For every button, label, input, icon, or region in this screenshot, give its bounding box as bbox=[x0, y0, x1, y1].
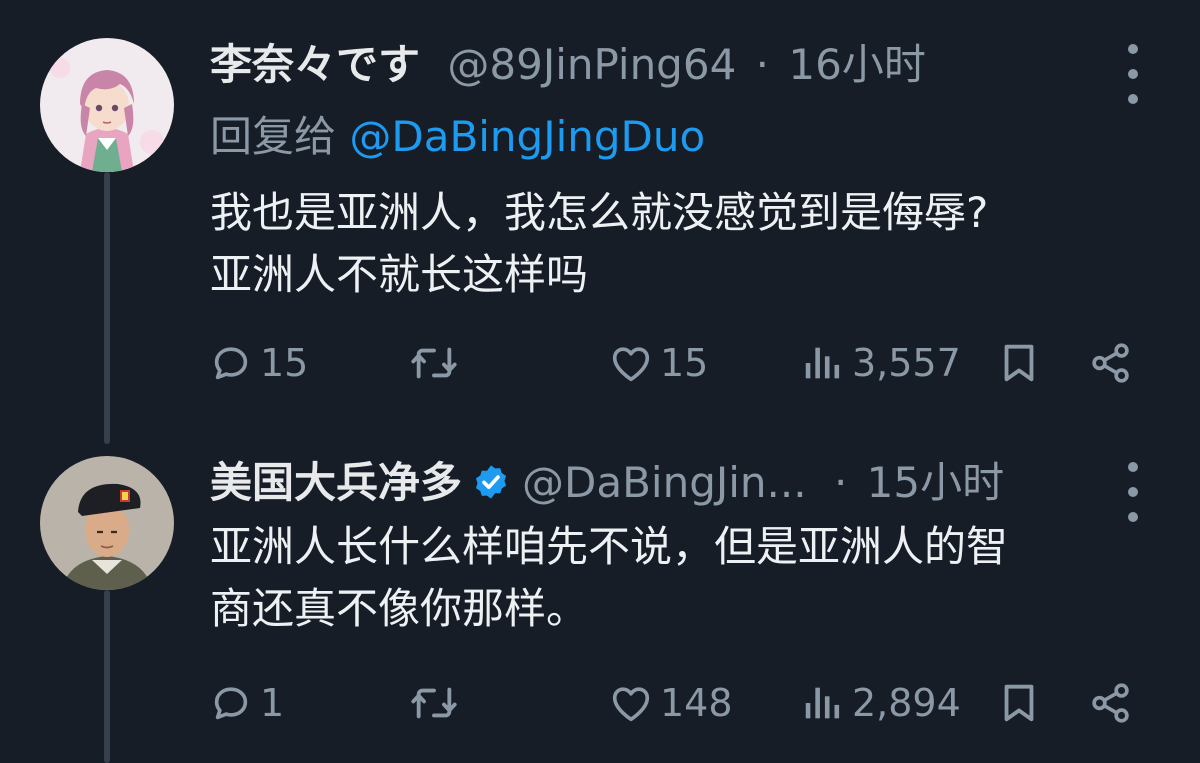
user-handle[interactable]: @DaBingJin... bbox=[522, 458, 807, 507]
share-icon bbox=[1092, 683, 1129, 723]
separator: · bbox=[833, 458, 848, 507]
bookmark-button[interactable] bbox=[996, 340, 1042, 386]
avatar[interactable] bbox=[40, 456, 174, 590]
tweet-header: 李奈々です @89JinPing64 · 16小时 bbox=[210, 44, 926, 86]
like-button[interactable]: 15 bbox=[608, 340, 708, 386]
bookmark-button[interactable] bbox=[996, 680, 1042, 726]
reply-mention-link[interactable]: @DaBingJingDuo bbox=[349, 112, 705, 161]
reply-label: 回复给 bbox=[210, 112, 337, 161]
reply-icon bbox=[214, 347, 248, 380]
bookmark-icon bbox=[1004, 684, 1034, 722]
views-count: 2,894 bbox=[852, 681, 961, 725]
like-icon bbox=[612, 687, 650, 722]
reply-button[interactable]: 1 bbox=[208, 680, 284, 726]
views-icon bbox=[805, 347, 840, 379]
timestamp[interactable]: 16小时 bbox=[788, 40, 925, 89]
reply-count: 1 bbox=[260, 681, 285, 725]
reply-context: 回复给 @DaBingJingDuo bbox=[210, 112, 705, 162]
more-options-button[interactable] bbox=[1122, 44, 1144, 104]
more-icon bbox=[1128, 44, 1138, 54]
tweet-text: 我也是亚洲人，我怎么就没感觉到是侮辱? 亚洲人不就长这样吗 bbox=[210, 188, 989, 299]
like-button[interactable]: 148 bbox=[608, 680, 733, 726]
share-icon bbox=[1092, 343, 1129, 383]
retweet-icon bbox=[411, 687, 457, 719]
retweet-button[interactable] bbox=[408, 680, 466, 726]
tweet-text: 亚洲人长什么样咱先不说，但是亚洲人的智 商还真不像你那样。 bbox=[210, 522, 1009, 633]
tweet-header: 美国大兵净多 @DaBingJin... · 15小时 bbox=[210, 462, 1004, 504]
avatar[interactable] bbox=[40, 38, 174, 172]
bookmark-icon bbox=[1004, 344, 1034, 382]
user-handle[interactable]: @89JinPing64 bbox=[447, 40, 736, 89]
retweet-icon bbox=[411, 347, 457, 379]
more-icon bbox=[1128, 462, 1138, 472]
verified-badge-icon bbox=[475, 465, 507, 499]
share-button[interactable] bbox=[1088, 340, 1134, 386]
more-options-button[interactable] bbox=[1122, 462, 1144, 522]
avatar-anime-girl-image bbox=[40, 38, 174, 172]
retweet-button[interactable] bbox=[408, 340, 466, 386]
views-count: 3,557 bbox=[852, 341, 961, 385]
reply-icon bbox=[214, 687, 248, 720]
display-name[interactable]: 美国大兵净多 bbox=[210, 458, 462, 507]
share-button[interactable] bbox=[1088, 680, 1134, 726]
views-icon bbox=[805, 687, 840, 719]
views-button[interactable]: 2,894 bbox=[800, 680, 961, 726]
thread-line-bottom bbox=[104, 590, 110, 763]
thread-line-top bbox=[104, 172, 110, 444]
separator: · bbox=[755, 40, 770, 89]
display-name[interactable]: 李奈々です bbox=[210, 40, 420, 89]
avatar-soldier-photo bbox=[40, 456, 174, 590]
like-icon bbox=[612, 347, 650, 382]
timestamp[interactable]: 15小时 bbox=[867, 458, 1004, 507]
views-button[interactable]: 3,557 bbox=[800, 340, 961, 386]
reply-button[interactable]: 15 bbox=[208, 340, 308, 386]
like-count: 15 bbox=[660, 341, 709, 385]
reply-count: 15 bbox=[260, 341, 309, 385]
like-count: 148 bbox=[660, 681, 733, 725]
